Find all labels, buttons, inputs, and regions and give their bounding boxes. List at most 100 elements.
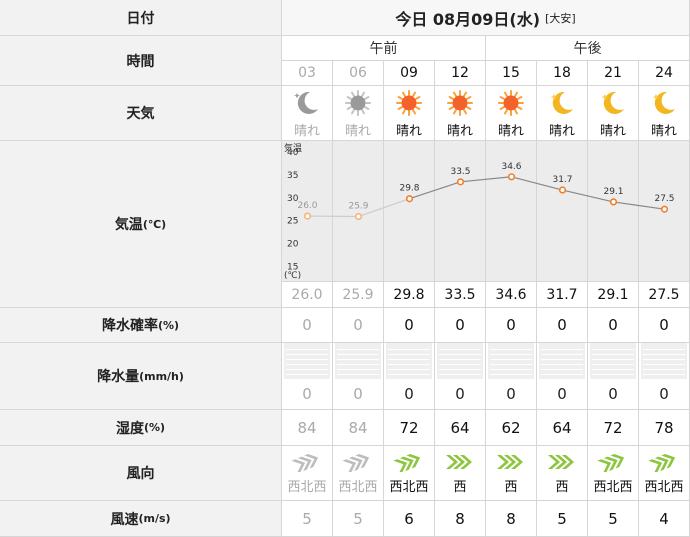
temp-text: 29.1 — [597, 286, 629, 303]
precip-prob-cell: 0 — [588, 308, 639, 343]
rain-gridline — [388, 364, 430, 365]
wind-dir-cell: 西北西 — [588, 446, 639, 501]
humidity-value: 84 — [297, 418, 317, 437]
precip-amount-label: 降水量 (mm/h) — [0, 343, 282, 410]
weather-cell: 晴れ — [384, 86, 435, 141]
rain-gridline — [388, 349, 430, 350]
am-header: 午前 — [282, 36, 486, 61]
rain-gridline — [337, 349, 379, 350]
rain-gridline — [337, 374, 379, 375]
humidity-cell: 62 — [486, 410, 537, 446]
rain-gridline — [490, 369, 532, 370]
wind-speed-value: 5 — [557, 509, 567, 528]
rain-bar-area — [539, 343, 585, 379]
rain-gridline — [286, 369, 328, 370]
humidity-cell: 64 — [435, 410, 486, 446]
wind-arrow-icon — [597, 453, 625, 472]
wind-dir-cell: 西 — [537, 446, 588, 501]
temp-value: 26.0 — [282, 282, 333, 308]
wind-dir-text: 西 — [504, 479, 518, 495]
time-cell: 18 — [537, 61, 588, 86]
precip-amount-cell: 0 — [639, 343, 690, 410]
precip-prob-cell: 0 — [435, 308, 486, 343]
wind-dir-text: 西 — [453, 479, 467, 495]
wind-speed-cell: 6 — [384, 501, 435, 537]
humidity-value: 84 — [348, 418, 368, 437]
sun-cloud-icon — [345, 90, 371, 116]
wind-speed-value: 8 — [506, 509, 516, 528]
date-label-text: 日付 — [126, 10, 155, 27]
precip-amount-cell: 0 — [333, 343, 384, 410]
humidity-cell: 78 — [639, 410, 690, 446]
sun-icon — [498, 90, 524, 116]
rain-gridline — [541, 359, 583, 360]
weather-cell: 晴れ — [333, 86, 384, 141]
precip-amount-cell: 0 — [537, 343, 588, 410]
chart-column — [588, 141, 639, 282]
rain-bar-area — [488, 343, 534, 379]
rain-gridline — [388, 369, 430, 370]
wind-speed-value: 5 — [353, 509, 363, 528]
wind-speed-value: 4 — [659, 509, 669, 528]
precip-amount-value: 0 — [608, 385, 618, 403]
rain-gridline — [439, 369, 481, 370]
chart-column — [333, 141, 384, 282]
time-cell: 06 — [333, 61, 384, 86]
wind-speed-text: 風速 — [110, 511, 139, 528]
precip-prob-cell: 0 — [333, 308, 384, 343]
precip-amount-value: 0 — [404, 385, 414, 403]
rain-gridline — [337, 354, 379, 355]
precip-amount-wrap: 0 — [537, 379, 587, 409]
temp-text: 33.5 — [444, 286, 476, 303]
rain-gridline — [541, 354, 583, 355]
rain-bar-area — [335, 343, 381, 379]
date-header: 今日 08月09日(水) [大安] — [282, 0, 690, 36]
precip-amount-cell: 0 — [282, 343, 333, 410]
precip-amount-value: 0 — [353, 385, 363, 403]
wind-dir-text: 西北西 — [644, 479, 684, 495]
weather-text: 晴れ — [650, 124, 677, 139]
rain-gridline — [541, 374, 583, 375]
rain-gridline — [592, 354, 634, 355]
time-cell: 12 — [435, 61, 486, 86]
humidity-value: 64 — [552, 418, 572, 437]
wind-arrow-icon — [342, 453, 370, 472]
wind-dir-cell: 西 — [486, 446, 537, 501]
wind-speed-cell: 5 — [537, 501, 588, 537]
precip-amount-wrap: 0 — [282, 379, 332, 409]
temp-value: 33.5 — [435, 282, 486, 308]
wind-arrow-icon — [497, 454, 523, 469]
precip-amount-value: 0 — [659, 385, 669, 403]
precip-amount-value: 0 — [557, 385, 567, 403]
rain-gridline — [439, 359, 481, 360]
weather-text: 晴れ — [344, 124, 371, 139]
rain-gridline — [490, 364, 532, 365]
weather-text: 晴れ — [293, 124, 320, 139]
humidity-value: 62 — [501, 418, 521, 437]
rain-gridline — [286, 354, 328, 355]
precip-prob-value: 0 — [557, 316, 567, 334]
temp-text: 26.0 — [291, 286, 323, 303]
time-cell: 21 — [588, 61, 639, 86]
wind-dir-text: 西北西 — [338, 479, 378, 495]
wind-dir-text: 西北西 — [593, 479, 633, 495]
rain-gridline — [490, 374, 532, 375]
humidity-cell: 84 — [333, 410, 384, 446]
wind-arrow-icon — [548, 454, 574, 469]
temp-label: 気温 (℃) — [0, 141, 282, 308]
precip-amount-wrap: 0 — [384, 379, 434, 409]
wind-dir-cell: 西北西 — [282, 446, 333, 501]
weather-text: 晴れ — [497, 124, 524, 139]
chart-column — [435, 141, 486, 282]
wind-dir-cell: 西北西 — [333, 446, 384, 501]
hour-label: 21 — [604, 65, 622, 81]
precip-amount-value: 0 — [455, 385, 465, 403]
humidity-value: 78 — [654, 418, 674, 437]
wind-dir-label: 風向 — [0, 446, 282, 501]
precip-prob-value: 0 — [353, 316, 363, 334]
sun-icon — [447, 90, 473, 116]
temp-text: 31.7 — [546, 286, 578, 303]
weather-cell: 晴れ — [486, 86, 537, 141]
chart-column — [639, 141, 690, 282]
rain-gridline — [490, 349, 532, 350]
